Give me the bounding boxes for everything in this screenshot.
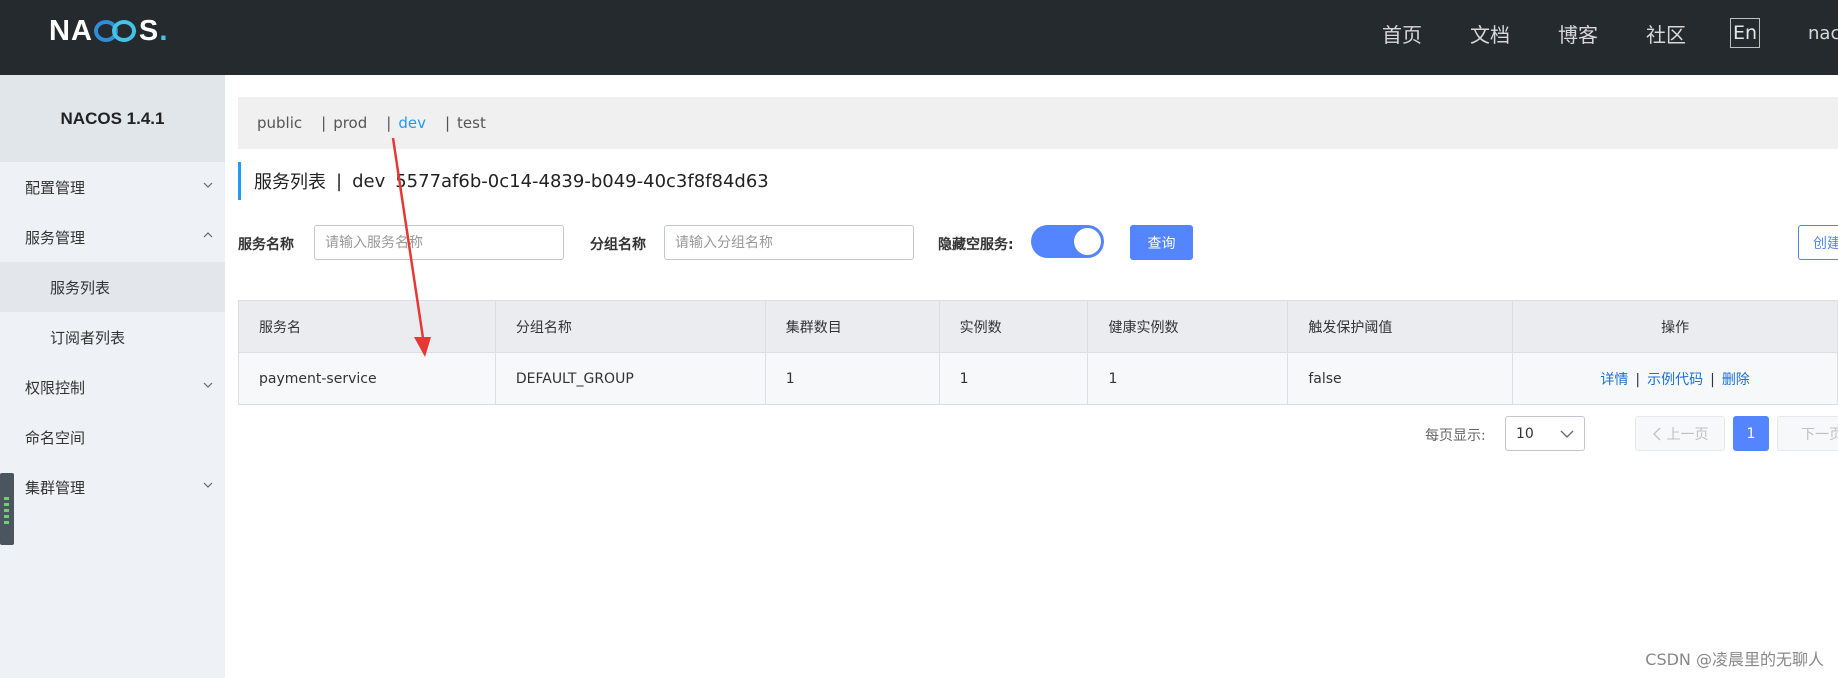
nav-blog[interactable]: 博客 bbox=[1558, 19, 1598, 48]
chevron-down-icon bbox=[203, 382, 213, 388]
toggle-knob bbox=[1074, 228, 1101, 255]
namespace-prod[interactable]: prod bbox=[333, 114, 367, 132]
user-menu[interactable]: nacos bbox=[1808, 23, 1838, 44]
sidebar-item-service-management[interactable]: 服务管理 bbox=[0, 212, 225, 262]
prev-page-label: 上一页 bbox=[1666, 426, 1709, 443]
csdn-watermark: CSDN @凌晨里的无聊人 bbox=[1645, 650, 1824, 669]
table-header-row: 服务名 分组名称 集群数目 实例数 健康实例数 触发保护阈值 操作 bbox=[238, 300, 1838, 353]
cell-protect-threshold: false bbox=[1287, 352, 1514, 405]
cell-operations: 详情 | 示例代码 | 删除 bbox=[1512, 352, 1838, 405]
service-name-label: 服务名称 bbox=[238, 237, 294, 253]
namespace-test[interactable]: test bbox=[457, 114, 486, 132]
pagination: 每页显示: 10 上一页 1 下一页 bbox=[225, 416, 1838, 451]
logo-rings-icon bbox=[93, 18, 138, 44]
sidebar-item-label: 集群管理 bbox=[25, 478, 86, 497]
chevron-left-icon bbox=[1652, 427, 1660, 440]
chevron-down-icon bbox=[203, 182, 213, 188]
cell-instance-count: 1 bbox=[938, 352, 1089, 405]
language-switch-button[interactable]: En bbox=[1730, 18, 1760, 48]
col-protect-threshold: 触发保护阈值 bbox=[1287, 300, 1514, 353]
chevron-down-icon bbox=[1560, 430, 1574, 438]
col-operations: 操作 bbox=[1512, 300, 1838, 353]
namespace-dev[interactable]: dev bbox=[398, 114, 426, 132]
sidebar-item-label: 权限控制 bbox=[25, 378, 86, 397]
sidebar-item-label: 服务列表 bbox=[50, 278, 111, 297]
col-service-name: 服务名 bbox=[238, 300, 496, 353]
title-separator: | bbox=[336, 170, 343, 192]
next-page-label: 下一页 bbox=[1801, 426, 1838, 443]
page-size-value: 10 bbox=[1516, 426, 1534, 442]
sidebar-item-service-list[interactable]: 服务列表 bbox=[0, 262, 225, 312]
sidebar-item-subscriber-list[interactable]: 订阅者列表 bbox=[0, 312, 225, 362]
nacos-logo[interactable]: NA S. bbox=[49, 14, 169, 48]
sidebar-item-label: 订阅者列表 bbox=[50, 328, 126, 347]
sidebar: NACOS 1.4.1 配置管理 服务管理 服务列表 订阅者列表 权限控制 命名… bbox=[0, 75, 225, 678]
sidebar-item-label: 服务管理 bbox=[25, 228, 86, 247]
create-service-button[interactable]: 创建服务 bbox=[1798, 225, 1838, 260]
nav-docs[interactable]: 文档 bbox=[1470, 19, 1510, 48]
service-name-input[interactable] bbox=[314, 225, 564, 260]
details-link[interactable]: 详情 bbox=[1600, 372, 1628, 388]
nav-home[interactable]: 首页 bbox=[1382, 19, 1422, 48]
sample-code-link[interactable]: 示例代码 bbox=[1647, 372, 1703, 388]
cell-service-name: payment-service bbox=[238, 352, 496, 405]
top-navbar: NA S. 首页 文档 博客 社区 En nacos bbox=[0, 0, 1838, 75]
page-size-select[interactable]: 10 bbox=[1505, 416, 1585, 451]
filter-bar: 服务名称 分组名称 隐藏空服务: 查询 创建服务 bbox=[238, 225, 1838, 260]
col-group-name: 分组名称 bbox=[494, 300, 766, 353]
cell-group-name: DEFAULT_GROUP bbox=[494, 352, 766, 405]
page-title: 服务列表 | dev 5577af6b-0c14-4839-b049-40c3f… bbox=[238, 162, 769, 200]
sidebar-item-namespaces[interactable]: 命名空间 bbox=[0, 412, 225, 462]
sidebar-item-config[interactable]: 配置管理 bbox=[0, 162, 225, 212]
nav-community[interactable]: 社区 bbox=[1646, 19, 1686, 48]
chevron-up-icon bbox=[203, 232, 213, 238]
group-name-label: 分组名称 bbox=[590, 237, 646, 253]
group-name-input[interactable] bbox=[664, 225, 914, 260]
service-table: 服务名 分组名称 集群数目 实例数 健康实例数 触发保护阈值 操作 paymen… bbox=[238, 300, 1838, 405]
sidebar-item-cluster[interactable]: 集群管理 bbox=[0, 462, 225, 512]
page-size-label: 每页显示: bbox=[1425, 428, 1486, 444]
prev-page-button[interactable]: 上一页 bbox=[1635, 416, 1725, 451]
sidebar-item-permissions[interactable]: 权限控制 bbox=[0, 362, 225, 412]
cell-healthy-count: 1 bbox=[1087, 352, 1289, 405]
col-cluster-count: 集群数目 bbox=[764, 300, 940, 353]
namespace-public[interactable]: public bbox=[257, 114, 302, 132]
namespace-separator: | bbox=[444, 114, 451, 132]
delete-link[interactable]: 删除 bbox=[1722, 372, 1750, 388]
col-healthy-count: 健康实例数 bbox=[1087, 300, 1289, 353]
sidebar-collapse-handle[interactable] bbox=[0, 473, 14, 545]
hide-empty-toggle[interactable] bbox=[1031, 225, 1104, 258]
main-content: public | prod | dev | test 服务列表 | dev 55… bbox=[225, 75, 1838, 678]
cell-cluster-count: 1 bbox=[764, 352, 940, 405]
namespace-bar: public | prod | dev | test bbox=[238, 97, 1838, 149]
col-instance-count: 实例数 bbox=[938, 300, 1089, 353]
sidebar-title: NACOS 1.4.1 bbox=[0, 75, 225, 162]
next-page-button[interactable]: 下一页 bbox=[1777, 416, 1838, 451]
sidebar-item-label: 配置管理 bbox=[25, 178, 86, 197]
page-1-button[interactable]: 1 bbox=[1733, 416, 1769, 451]
namespace-name: dev bbox=[352, 170, 386, 192]
namespace-separator: | bbox=[321, 114, 327, 132]
sidebar-item-label: 命名空间 bbox=[25, 428, 86, 447]
hide-empty-label: 隐藏空服务: bbox=[938, 237, 1014, 253]
chevron-down-icon bbox=[203, 482, 213, 488]
top-nav-links: 首页 文档 博客 社区 En nacos bbox=[1334, 18, 1838, 48]
namespace-id: 5577af6b-0c14-4839-b049-40c3f8f84d63 bbox=[395, 170, 769, 192]
table-row: payment-service DEFAULT_GROUP 1 1 1 fals… bbox=[238, 352, 1838, 405]
page-title-text: 服务列表 bbox=[254, 172, 326, 193]
query-button[interactable]: 查询 bbox=[1130, 225, 1193, 260]
namespace-separator: | bbox=[386, 114, 392, 132]
